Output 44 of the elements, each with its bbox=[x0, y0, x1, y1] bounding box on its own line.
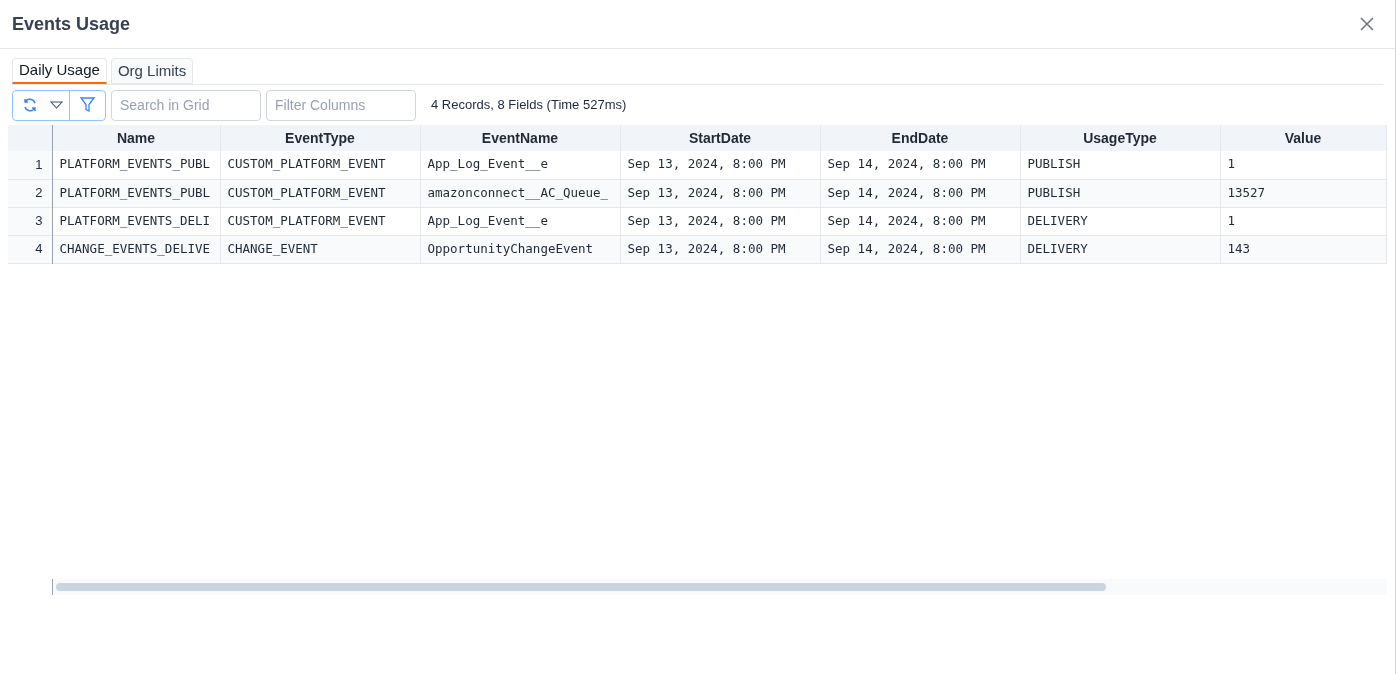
window-title: Events Usage bbox=[12, 12, 131, 36]
table-cell: PLATFORM_EVENTS_DELI bbox=[52, 207, 220, 235]
table-cell: CHANGE_EVENT bbox=[220, 235, 420, 263]
close-icon bbox=[1360, 17, 1374, 31]
caret-icon bbox=[49, 101, 63, 109]
refresh-icon bbox=[22, 97, 38, 113]
table-cell: CUSTOM_PLATFORM_EVENT bbox=[220, 179, 420, 207]
table-cell: Sep 13, 2024, 8:00 PM bbox=[620, 179, 820, 207]
table-cell: DELIVERY bbox=[1020, 207, 1220, 235]
search-field[interactable]: Search in Grid bbox=[111, 89, 261, 121]
table-cell: Sep 13, 2024, 8:00 PM bbox=[620, 207, 820, 235]
filter-columns-field[interactable]: Filter Columns bbox=[266, 89, 416, 121]
table-cell: DELIVERY bbox=[1020, 235, 1220, 263]
row-number: 2 bbox=[8, 179, 52, 207]
record-count-text: 4 Records, 8 Fields (Time 527ms) bbox=[431, 96, 627, 115]
table-cell: PLATFORM_EVENTS_PUBL bbox=[52, 151, 220, 179]
table-cell: Sep 14, 2024, 8:00 PM bbox=[820, 207, 1020, 235]
table-cell: CUSTOM_PLATFORM_EVENT bbox=[220, 207, 420, 235]
row-number: 1 bbox=[8, 151, 52, 179]
table-cell: Sep 14, 2024, 8:00 PM bbox=[820, 179, 1020, 207]
scrollbar-thumb[interactable] bbox=[56, 583, 1106, 591]
table-cell: PUBLISH bbox=[1020, 151, 1220, 179]
table-cell: App_Log_Event__e bbox=[420, 207, 620, 235]
table-cell: Sep 13, 2024, 8:00 PM bbox=[620, 235, 820, 263]
table-cell: 143 bbox=[1220, 235, 1386, 263]
row-number: 3 bbox=[8, 207, 52, 235]
table-cell: amazonconnect__AC_Queue_ bbox=[420, 179, 620, 207]
table-cell: OpportunityChangeEvent bbox=[420, 235, 620, 263]
table-cell: Sep 14, 2024, 8:00 PM bbox=[820, 235, 1020, 263]
table-cell: 13527 bbox=[1220, 179, 1386, 207]
table-cell: PLATFORM_EVENTS_PUBL bbox=[52, 179, 220, 207]
table-cell: PUBLISH bbox=[1020, 179, 1220, 207]
table-cell: CHANGE_EVENTS_DELIVE bbox=[52, 235, 220, 263]
tab[interactable]: Daily Usage bbox=[12, 58, 107, 84]
tab[interactable]: Org Limits bbox=[110, 58, 194, 84]
table-cell: 1 bbox=[1220, 151, 1386, 179]
table-cell: Sep 13, 2024, 8:00 PM bbox=[620, 151, 820, 179]
table-cell: 1 bbox=[1220, 207, 1386, 235]
filter-icon bbox=[80, 97, 95, 113]
table-cell: Sep 14, 2024, 8:00 PM bbox=[820, 151, 1020, 179]
row-number: 4 bbox=[8, 235, 52, 263]
table-cell: CUSTOM_PLATFORM_EVENT bbox=[220, 151, 420, 179]
table-cell: App_Log_Event__e bbox=[420, 151, 620, 179]
horizontal-scrollbar[interactable] bbox=[52, 579, 1387, 595]
